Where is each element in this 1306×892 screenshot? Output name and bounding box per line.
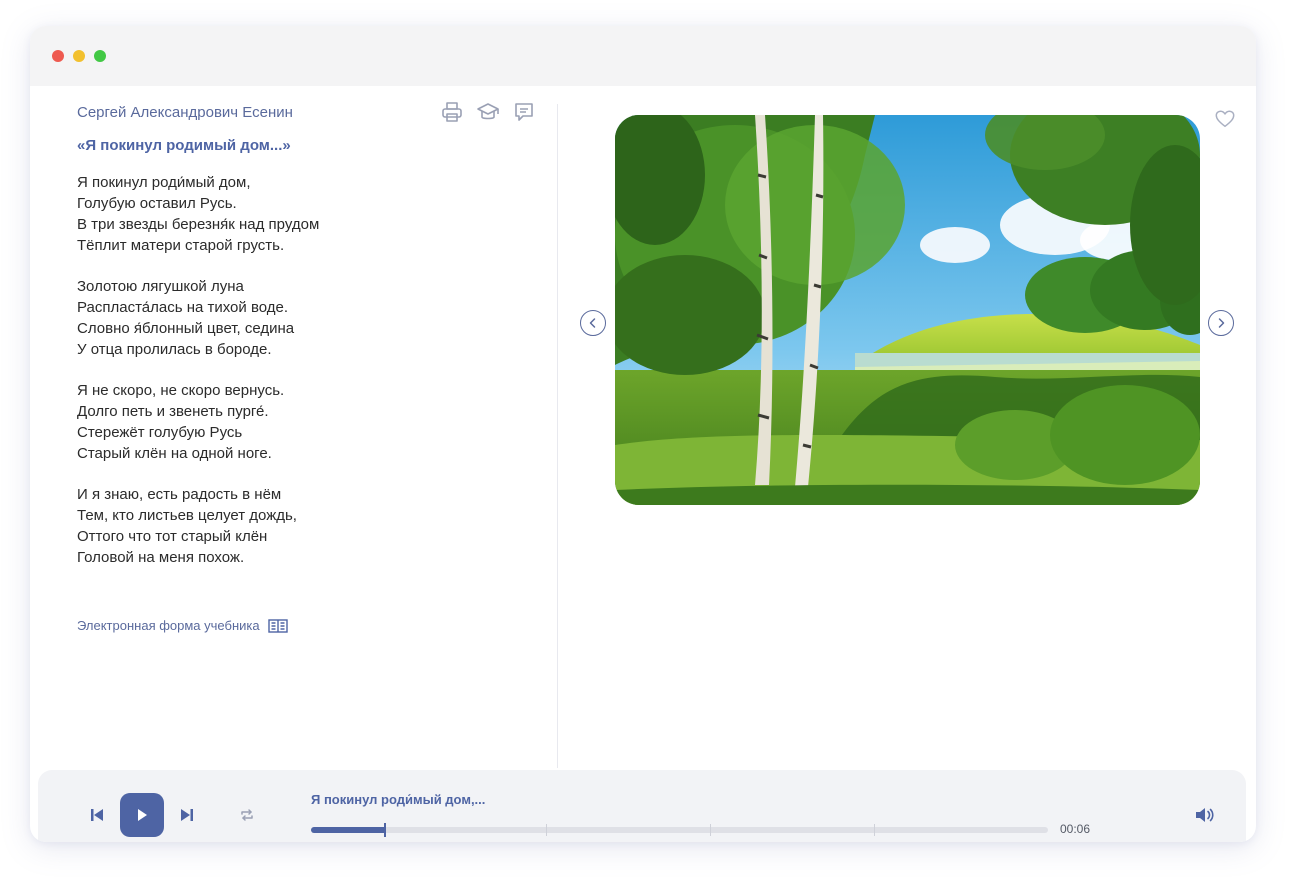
chevron-right-icon xyxy=(1218,318,1225,328)
skip-forward-icon xyxy=(181,809,193,821)
stanza: И я знаю, есть радость в нём Тем, кто ли… xyxy=(77,484,517,568)
repeat-button[interactable] xyxy=(238,806,256,824)
poem-line: В три звезды березня́к над прудом xyxy=(77,216,320,233)
next-image-button[interactable] xyxy=(1208,310,1234,336)
poem-author: Сергей Александрович Есенин xyxy=(77,104,293,121)
minimize-window-button[interactable] xyxy=(73,50,85,62)
maximize-window-button[interactable] xyxy=(94,50,106,62)
poem-line: И я знаю, есть радость в нём xyxy=(77,486,282,503)
poem-line: Я покинул роди́мый дом, xyxy=(77,174,251,191)
heart-icon[interactable] xyxy=(1214,108,1236,130)
volume-icon xyxy=(1196,808,1214,822)
progress-fill xyxy=(311,827,385,833)
graduation-cap-icon[interactable] xyxy=(476,100,500,124)
poem-line: Оттого что тот старый клён xyxy=(77,528,268,545)
comment-icon[interactable] xyxy=(512,100,536,124)
stanza: Я покинул роди́мый дом, Голубую оставил … xyxy=(77,172,517,256)
poem-line: Тёплит матери старой грусть. xyxy=(77,237,285,254)
progress-tick xyxy=(710,824,711,836)
poem-line: Распласта́лась на тихой воде. xyxy=(77,299,289,316)
previous-image-button[interactable] xyxy=(580,310,606,336)
title-bar xyxy=(30,26,1256,86)
print-icon[interactable] xyxy=(440,100,464,124)
play-button[interactable] xyxy=(120,793,164,837)
poem-text: Я покинул роди́мый дом, Голубую оставил … xyxy=(77,172,517,588)
landscape-photo xyxy=(615,115,1200,505)
volume-button[interactable] xyxy=(1194,806,1216,824)
poem-line: Тем, кто листьев целует дождь, xyxy=(77,507,297,524)
poem-title: «Я покинул родимый дом...» xyxy=(77,137,291,154)
open-book-icon xyxy=(267,618,288,633)
app-window: Сергей Александрович Есенин «Я покинул р… xyxy=(30,26,1256,842)
stanza: Я не скоро, не скоро вернусь. Долго петь… xyxy=(77,380,517,464)
skip-forward-button[interactable] xyxy=(178,806,196,824)
poem-line: Золотою лягушкой луна xyxy=(77,278,244,295)
skip-back-button[interactable] xyxy=(88,806,106,824)
audio-player: Я покинул роди́мый дом,... 00:06 xyxy=(38,770,1246,842)
skip-back-icon xyxy=(91,809,103,821)
progress-handle[interactable] xyxy=(383,823,386,837)
play-icon xyxy=(138,809,147,821)
poem-line: Я не скоро, не скоро вернусь. xyxy=(77,382,285,399)
elapsed-time: 00:06 xyxy=(1060,822,1091,836)
chevron-left-icon xyxy=(589,318,596,328)
poem-line: Старый клён на одной ноге. xyxy=(77,445,272,462)
poem-line: Стережёт голубую Русь xyxy=(77,424,243,441)
progress-tick xyxy=(546,824,547,836)
poem-line: У отца пролилась в бороде. xyxy=(77,341,272,358)
poem-line: Голубую оставил Русь. xyxy=(77,195,237,212)
stanza: Золотою лягушкой луна Распласта́лась на … xyxy=(77,276,517,360)
poem-line: Словно я́блонный цвет, седина xyxy=(77,320,295,337)
panel-divider xyxy=(557,104,558,768)
progress-bar[interactable] xyxy=(311,823,1048,837)
repeat-icon xyxy=(241,809,253,821)
poem-line: Головой на меня похож. xyxy=(77,549,245,566)
poem-line: Долго петь и звенеть пурге́. xyxy=(77,403,269,420)
progress-tick xyxy=(874,824,875,836)
close-window-button[interactable] xyxy=(52,50,64,62)
track-title: Я покинул роди́мый дом,... xyxy=(311,792,486,807)
ebook-link[interactable]: Электронная форма учебника xyxy=(77,618,288,633)
ebook-link-label: Электронная форма учебника xyxy=(77,618,260,633)
